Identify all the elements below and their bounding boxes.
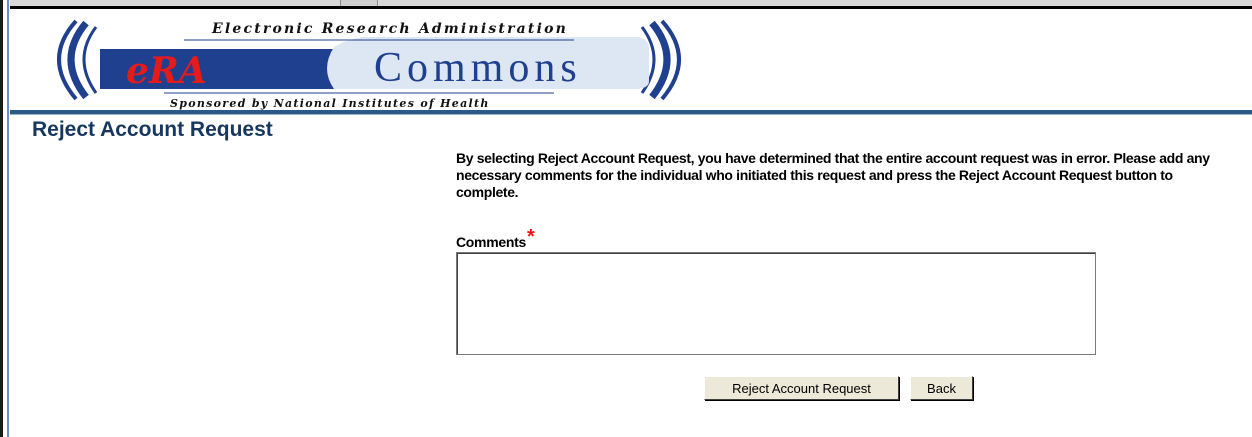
instructions-text: By selecting Reject Account Request, you… [456,150,1210,200]
header-divider-light [10,114,1252,115]
site-header: Electronic Research Administration eRA C… [10,9,1252,110]
logo-era-text: eRA [126,50,207,92]
era-commons-logo[interactable]: Electronic Research Administration eRA C… [34,9,704,110]
logo-commons-text: Commons [374,45,582,91]
logo-bottom-text: Sponsored by National Institutes of Heal… [170,97,490,110]
left-border-blue [7,0,9,437]
window-left-border [0,0,10,437]
comments-textarea[interactable] [456,252,1096,355]
comments-label: Comments* [456,226,535,253]
back-button[interactable]: Back [910,376,973,400]
required-marker: * [526,226,535,248]
reject-account-request-button[interactable]: Reject Account Request [704,376,899,400]
left-border-dark [0,0,3,437]
window-top-strip [0,0,1252,9]
page-title: Reject Account Request [32,118,273,141]
comments-label-text: Comments [456,234,526,250]
logo-top-text: Electronic Research Administration [211,21,568,37]
